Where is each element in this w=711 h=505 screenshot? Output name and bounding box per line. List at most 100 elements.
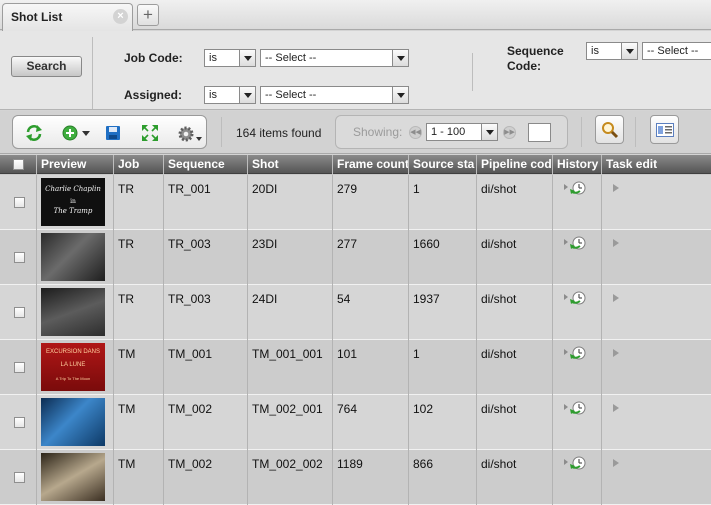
- search-toolbar-button[interactable]: [595, 115, 624, 144]
- job-cell: TM: [114, 395, 164, 450]
- add-tab-button[interactable]: +: [137, 4, 159, 26]
- sequence-cell: TR_003: [164, 230, 248, 285]
- preview-thumbnail[interactable]: [41, 288, 105, 336]
- column-header-pipeline-code[interactable]: Pipeline cod: [477, 155, 553, 174]
- sequence-code-operator-value: is: [591, 45, 599, 57]
- expand-arrow-icon[interactable]: [612, 293, 620, 303]
- assigned-label: Assigned:: [124, 88, 183, 102]
- select-all-cell: [0, 155, 37, 174]
- table-header: Preview Job Sequence Shot Frame count So…: [0, 155, 711, 174]
- chevron-down-icon: [239, 50, 255, 66]
- table-row[interactable]: TM TM_002 TM_002_001 764 102 di/shot: [0, 395, 711, 450]
- add-icon[interactable]: [62, 125, 78, 141]
- expand-arrow-icon[interactable]: [612, 403, 620, 413]
- shot-cell: 23DI: [248, 230, 333, 285]
- history-icon[interactable]: [564, 181, 590, 195]
- previous-page-icon[interactable]: ◀◀: [409, 126, 422, 139]
- sequence-cell: TM_002: [164, 450, 248, 505]
- sequence-cell: TM_002: [164, 395, 248, 450]
- chevron-down-icon[interactable]: [82, 131, 90, 137]
- history-icon[interactable]: [564, 456, 590, 470]
- column-header-history[interactable]: History: [553, 155, 602, 174]
- sequence-code-operator-select[interactable]: is: [586, 42, 638, 60]
- column-header-shot[interactable]: Shot: [248, 155, 333, 174]
- job-cell: TR: [114, 175, 164, 230]
- source-start-cell: 1937: [409, 285, 477, 340]
- assigned-operator-select[interactable]: is: [204, 86, 256, 104]
- row-checkbox[interactable]: [14, 362, 25, 373]
- frame-count-cell: 764: [333, 395, 409, 450]
- job-code-operator-select[interactable]: is: [204, 49, 256, 67]
- shot-cell: TM_002_002: [248, 450, 333, 505]
- shot-table: Preview Job Sequence Shot Frame count So…: [0, 155, 711, 505]
- column-header-source-start[interactable]: Source sta: [409, 155, 477, 174]
- tab-bar: Shot List × +: [0, 0, 711, 31]
- source-start-cell: 1660: [409, 230, 477, 285]
- sequence-code-value: -- Select --: [647, 45, 699, 57]
- column-header-sequence[interactable]: Sequence: [164, 155, 248, 174]
- history-icon[interactable]: [564, 291, 590, 305]
- sequence-cell: TR_001: [164, 175, 248, 230]
- page-range-value: 1 - 100: [431, 126, 466, 138]
- shot-cell: 20DI: [248, 175, 333, 230]
- history-icon[interactable]: [564, 236, 590, 250]
- row-checkbox[interactable]: [14, 197, 25, 208]
- expand-arrow-icon[interactable]: [612, 183, 620, 193]
- sequence-code-label: Sequence: [507, 44, 564, 58]
- job-cell: TM: [114, 340, 164, 395]
- chevron-down-icon: [481, 124, 497, 140]
- table-row[interactable]: TM TM_001 TM_001_001 101 1 di/shot EXCURSION D…: [0, 340, 711, 395]
- column-header-preview[interactable]: Preview: [37, 155, 114, 174]
- close-tab-icon[interactable]: ×: [113, 9, 128, 24]
- expand-icon[interactable]: [141, 124, 159, 142]
- expand-arrow-icon[interactable]: [612, 238, 620, 248]
- column-header-task-edit[interactable]: Task edit: [602, 155, 711, 174]
- select-all-checkbox[interactable]: [13, 159, 24, 170]
- source-start-cell: 866: [409, 450, 477, 505]
- pipeline-code-cell: di/shot: [477, 395, 553, 450]
- preview-thumbnail[interactable]: [41, 453, 105, 501]
- pipeline-code-cell: di/shot: [477, 230, 553, 285]
- gear-icon[interactable]: [177, 124, 203, 144]
- preview-thumbnail[interactable]: Charlie Chaplin in The Tramp: [41, 178, 105, 226]
- pipeline-code-cell: di/shot: [477, 285, 553, 340]
- preview-thumbnail[interactable]: EXCURSION DANS LA LUNE A Trip To The Moon: [41, 343, 105, 391]
- history-icon[interactable]: [564, 401, 590, 415]
- divider: [635, 117, 636, 147]
- assigned-value-select[interactable]: -- Select --: [260, 86, 409, 104]
- job-code-value: -- Select --: [265, 52, 317, 64]
- chevron-down-icon: [392, 50, 408, 66]
- pipeline-code-cell: di/shot: [477, 175, 553, 230]
- save-icon[interactable]: [105, 125, 121, 141]
- table-row[interactable]: TR TR_003 23DI 277 1660 di/shot: [0, 230, 711, 285]
- table-row[interactable]: TR TR_001 20DI 279 1 di/shot Charlie Chaplin in…: [0, 175, 711, 230]
- divider: [472, 53, 473, 91]
- toolbar: 164 items found Showing: ◀◀ 1 - 100 ▶▶: [0, 111, 711, 154]
- job-code-value-select[interactable]: -- Select --: [260, 49, 409, 67]
- refresh-icon[interactable]: [25, 125, 43, 141]
- page-range-select[interactable]: 1 - 100: [426, 123, 498, 141]
- thumbnail-title-text: EXCURSION DANS: [45, 349, 100, 355]
- row-checkbox[interactable]: [14, 307, 25, 318]
- expand-arrow-icon[interactable]: [612, 458, 620, 468]
- thumbnail-title-text: A Trip To The Moon: [55, 376, 91, 381]
- history-icon[interactable]: [564, 346, 590, 360]
- table-row[interactable]: TR TR_003 24DI 54 1937 di/shot: [0, 285, 711, 340]
- column-header-job[interactable]: Job: [114, 155, 164, 174]
- tab-shot-list[interactable]: Shot List ×: [2, 3, 133, 31]
- column-layout-button[interactable]: [650, 115, 679, 144]
- sequence-code-value-select[interactable]: -- Select --: [642, 42, 711, 60]
- page-number-input[interactable]: [528, 123, 551, 142]
- column-header-frame-count[interactable]: Frame count: [333, 155, 409, 174]
- preview-thumbnail[interactable]: [41, 398, 105, 446]
- row-checkbox[interactable]: [14, 252, 25, 263]
- preview-thumbnail[interactable]: [41, 233, 105, 281]
- row-checkbox[interactable]: [14, 472, 25, 483]
- next-page-icon[interactable]: ▶▶: [503, 126, 516, 139]
- row-checkbox[interactable]: [14, 417, 25, 428]
- expand-arrow-icon[interactable]: [612, 348, 620, 358]
- sequence-code-label-line2: Code:: [507, 59, 541, 73]
- magnifier-icon: [602, 122, 619, 139]
- search-button[interactable]: Search: [11, 56, 82, 77]
- table-row[interactable]: TM TM_002 TM_002_002 1189 866 di/shot: [0, 450, 711, 505]
